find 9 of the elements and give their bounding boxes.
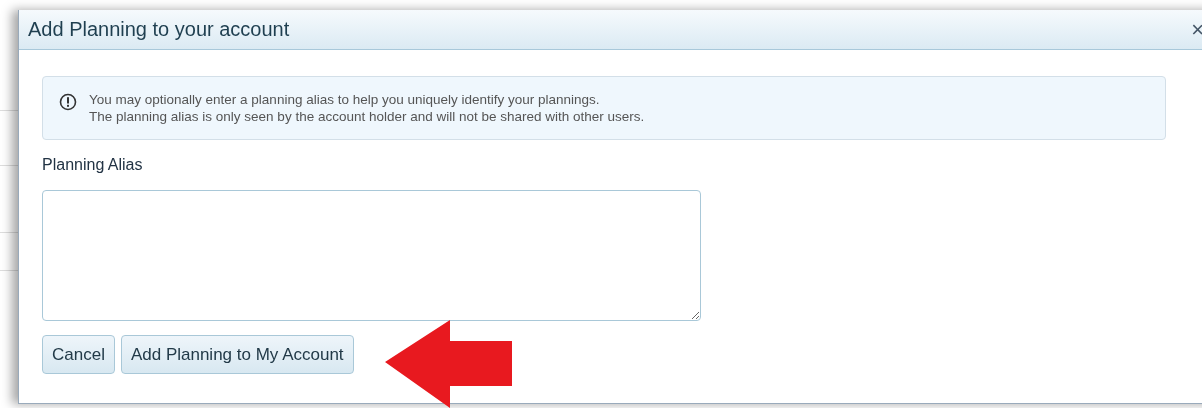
close-button[interactable]: × (1187, 16, 1202, 43)
info-message: You may optionally enter a planning alias to help you uniquely identify your plannings. The planning alias is only seen by the account holder and will not be shared with other users. (89, 91, 645, 125)
arrow-icon (385, 320, 513, 408)
add-planning-button[interactable]: Add Planning to My Account (120, 335, 354, 374)
cancel-button[interactable]: Cancel (42, 335, 115, 374)
field-label: Planning Alias (42, 156, 144, 174)
exclamation-icon (59, 93, 77, 111)
alias-input-field[interactable] (42, 190, 701, 321)
dialog-title: Add Planning to your account (28, 18, 290, 41)
